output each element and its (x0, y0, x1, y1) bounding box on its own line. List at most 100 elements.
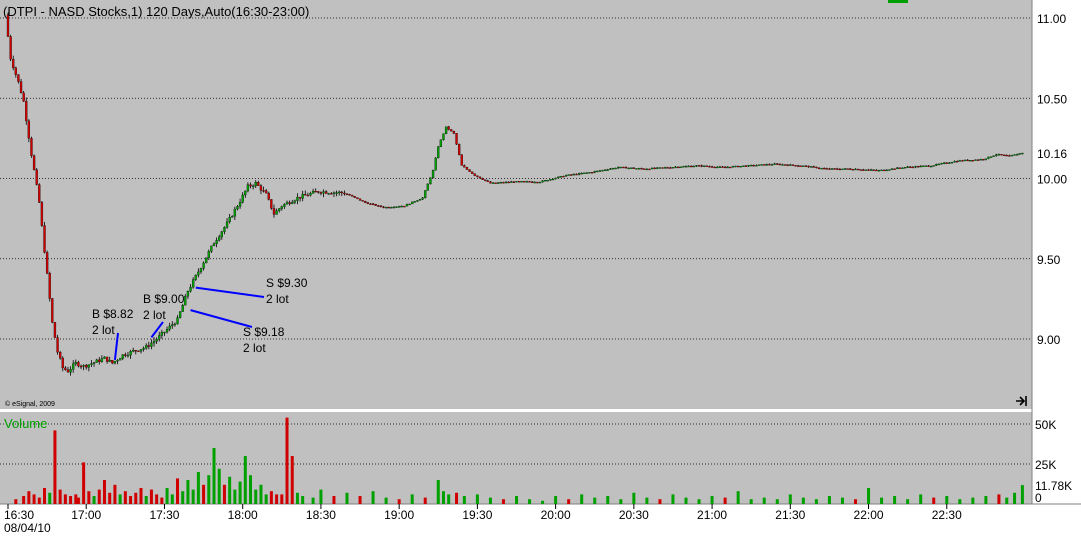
candle-body (783, 164, 787, 166)
candle-body (744, 165, 748, 167)
candle-body (311, 190, 315, 194)
candle-body (103, 356, 106, 359)
candle-body (463, 165, 466, 168)
volume-bar (202, 484, 206, 504)
candle-body (442, 133, 445, 140)
candle-body (30, 138, 33, 156)
candle-body (1016, 154, 1019, 156)
candle-body (901, 167, 904, 170)
candle-body (671, 167, 675, 169)
candle-body (437, 146, 440, 159)
candle-body (14, 67, 17, 75)
candle-body (830, 168, 834, 170)
volume-bar (63, 494, 67, 504)
candle-body (48, 273, 51, 299)
volume-bar (129, 496, 133, 504)
volume-title: Volume (4, 416, 47, 431)
volume-bar (840, 497, 844, 504)
time-tick-label: 17:30 (149, 508, 179, 522)
candle-body (815, 166, 818, 169)
candle-body (976, 159, 980, 161)
candle-body (546, 179, 549, 182)
candle-body (92, 362, 96, 364)
candle-body (786, 164, 789, 166)
volume-bar (82, 462, 86, 504)
candle-body (820, 167, 823, 170)
volume-bar (606, 496, 610, 504)
candle-body (105, 356, 109, 362)
candle-body (491, 182, 495, 184)
candle-body (924, 165, 928, 167)
candle-body (95, 359, 98, 363)
candle-body (750, 164, 753, 167)
candle-body (856, 168, 860, 171)
candle-body (997, 154, 1001, 156)
candle-body (173, 323, 177, 326)
candle-body (637, 168, 641, 170)
time-tick-label: 18:00 (228, 508, 258, 522)
candle-body (682, 166, 685, 168)
candle-body (862, 169, 865, 171)
chart-title: (DTPI - NASD Stocks,1) 120 Days,Auto(16:… (3, 4, 309, 19)
candle-body (789, 164, 792, 166)
candle-body (927, 165, 930, 167)
candle-body (369, 203, 372, 205)
volume-bar (269, 491, 273, 504)
candle-body (56, 337, 59, 353)
candle-body (645, 168, 649, 171)
candle-body (614, 167, 617, 170)
candle-body (969, 160, 972, 162)
volume-bar (249, 475, 253, 504)
volume-bar (736, 491, 740, 504)
volume-bar (684, 497, 688, 504)
candle-body (147, 345, 150, 347)
candle-body (364, 201, 367, 203)
candle-body (911, 166, 915, 169)
candle-body (632, 167, 635, 169)
candle-body (617, 167, 620, 169)
candle-body (191, 279, 195, 288)
volume-bar (32, 494, 36, 504)
candle-body (864, 169, 868, 171)
candle-body (59, 352, 62, 359)
candle-body (705, 165, 709, 167)
candle-body (747, 165, 750, 167)
candle-body (322, 191, 325, 194)
volume-bar (762, 497, 766, 504)
volume-bar (827, 496, 831, 504)
candle-body (695, 165, 698, 167)
candle-body (150, 342, 153, 347)
candle-body (223, 227, 226, 232)
candle-body (384, 206, 388, 209)
candle-body (306, 194, 310, 197)
candle-body (332, 192, 336, 194)
candle-body (444, 126, 448, 134)
candle-body (909, 166, 912, 168)
candle-body (327, 193, 330, 195)
candle-body (752, 164, 755, 167)
candle-body (974, 159, 977, 161)
candle-body (111, 359, 114, 364)
candle-body (25, 101, 28, 122)
candle-body (465, 167, 469, 170)
expand-arrow-icon[interactable] (1014, 394, 1030, 408)
volume-bar (919, 494, 923, 504)
candle-body (455, 133, 458, 145)
candle-body (259, 185, 263, 191)
volume-bar (69, 496, 73, 504)
candle-body (296, 196, 299, 201)
volume-bar (447, 494, 451, 504)
candle-body (27, 120, 31, 139)
candle-body (950, 162, 954, 164)
candle-body (987, 156, 990, 159)
candle-body (734, 165, 737, 168)
candle-body (530, 181, 534, 183)
volume-bar (462, 496, 466, 504)
annotation-price-label: S $9.18 (243, 325, 285, 339)
candle-body (210, 245, 213, 252)
candle-body (335, 192, 338, 194)
candle-body (118, 358, 122, 361)
volume-bar (423, 497, 427, 504)
candle-body (489, 181, 492, 184)
candle-body (580, 173, 583, 175)
